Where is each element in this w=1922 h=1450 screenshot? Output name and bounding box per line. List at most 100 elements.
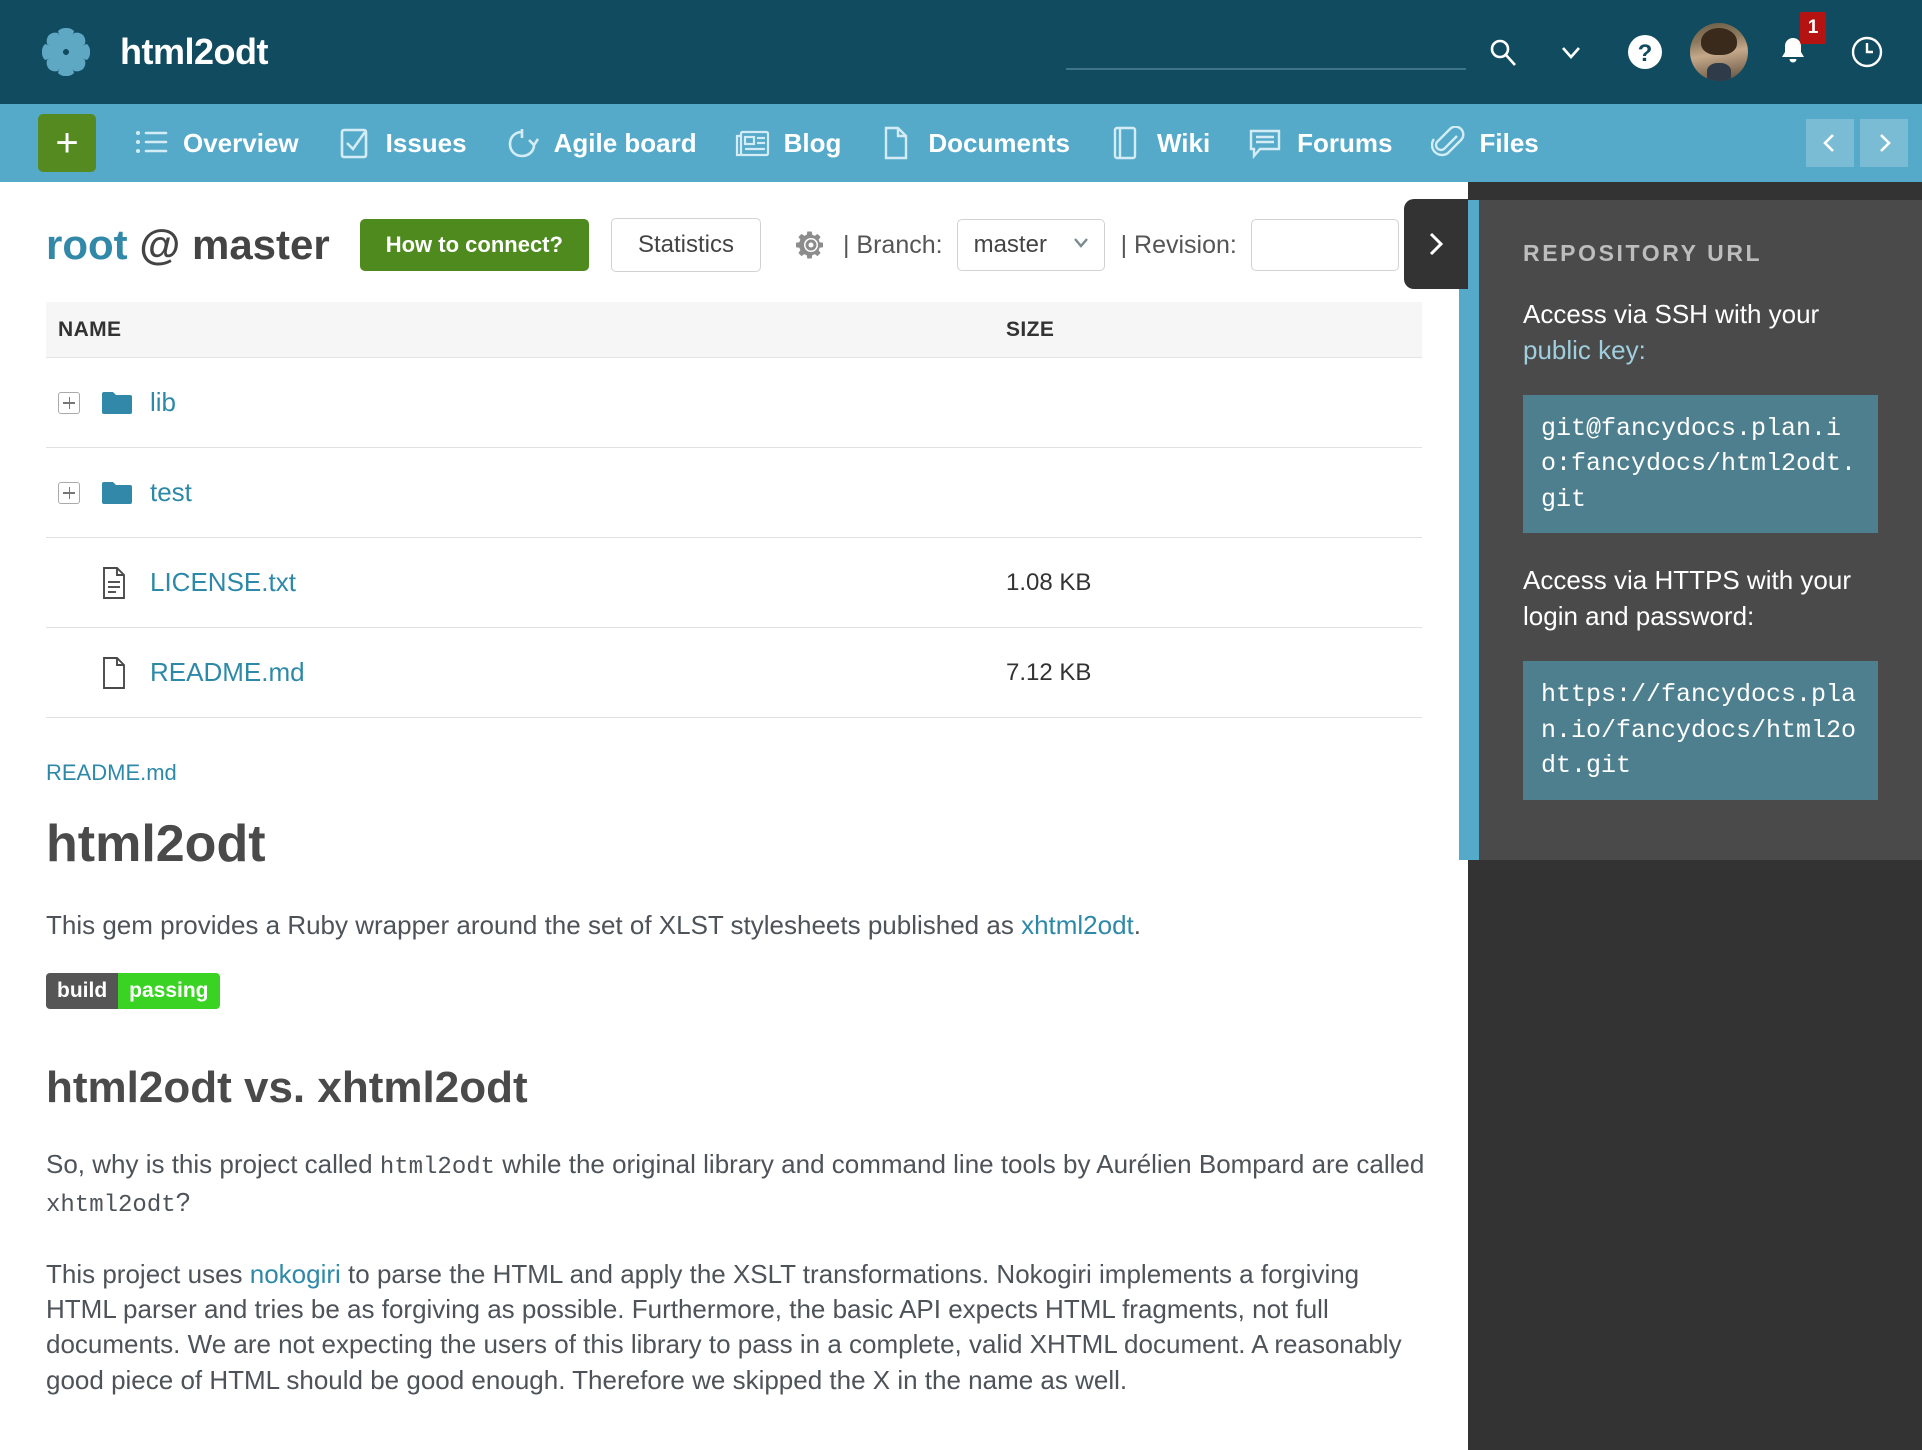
repository-toolbar: root @ master How to connect? Statistics… bbox=[46, 218, 1468, 272]
search-field-wrap bbox=[1066, 30, 1466, 74]
table-row[interactable]: test bbox=[46, 448, 1422, 538]
sidebar-accent-bar bbox=[1459, 200, 1468, 860]
readme-intro-paragraph: This gem provides a Ruby wrapper around … bbox=[46, 908, 1436, 943]
repository-url-panel: REPOSITORY URL Access via SSH with your … bbox=[1468, 200, 1922, 860]
repo-at-symbol: @ bbox=[139, 221, 181, 268]
nav-item-wiki[interactable]: Wiki bbox=[1106, 104, 1210, 182]
nav-item-label: Files bbox=[1479, 127, 1539, 158]
file-link[interactable]: README.md bbox=[150, 657, 305, 688]
expand-toggle[interactable] bbox=[58, 391, 80, 414]
cycle-arrow-icon bbox=[503, 124, 541, 162]
column-header-size: SIZE bbox=[1006, 317, 1055, 341]
readme-title: html2odt bbox=[46, 815, 266, 873]
file-link[interactable]: test bbox=[150, 477, 192, 508]
folder-icon bbox=[100, 386, 134, 420]
notification-badge: 1 bbox=[1800, 12, 1826, 44]
nav-item-forums[interactable]: Forums bbox=[1246, 104, 1393, 182]
sidebar-heading: REPOSITORY URL bbox=[1523, 240, 1763, 266]
page-title: root @ master bbox=[46, 221, 330, 269]
bell-icon[interactable]: 1 bbox=[1756, 0, 1830, 104]
nav-pagination bbox=[1806, 119, 1908, 167]
repo-root-link[interactable]: root bbox=[46, 221, 128, 268]
readme-section: README.md html2odt This gem provides a R… bbox=[46, 760, 1436, 1398]
blank-file-icon bbox=[100, 656, 134, 690]
statistics-button[interactable]: Statistics bbox=[610, 218, 761, 272]
clock-icon[interactable] bbox=[1830, 0, 1904, 104]
readme-source-link[interactable]: README.md bbox=[46, 760, 1436, 786]
main-navigation: + Overview Issues Agile board Blog Docum… bbox=[0, 104, 1922, 182]
nav-item-documents[interactable]: Documents bbox=[877, 104, 1070, 182]
para3-text-a: This project uses bbox=[46, 1258, 250, 1289]
nav-item-label: Issues bbox=[385, 127, 467, 158]
speech-bubble-icon bbox=[1246, 124, 1284, 162]
nav-prev-button[interactable] bbox=[1806, 119, 1854, 167]
repo-branch-name: master bbox=[191, 221, 330, 268]
para2-text-c: ? bbox=[175, 1186, 191, 1217]
asterisk-logo-icon bbox=[38, 24, 94, 80]
inline-code-xhtml2odt: xhtml2odt bbox=[46, 1191, 176, 1219]
paperclip-icon bbox=[1429, 124, 1467, 162]
file-name-cell: test bbox=[46, 476, 1006, 510]
revision-label: | Revision: bbox=[1120, 230, 1237, 259]
branch-label: | Branch: bbox=[842, 230, 943, 259]
ssh-url-code[interactable]: git@fancydocs.plan.io:fancydocs/html2odt… bbox=[1523, 394, 1878, 534]
nav-item-files[interactable]: Files bbox=[1429, 104, 1539, 182]
nav-item-label: Documents bbox=[928, 127, 1070, 158]
nokogiri-link[interactable]: nokogiri bbox=[250, 1259, 341, 1289]
sidebar-toggle-button[interactable] bbox=[1404, 199, 1468, 289]
branch-select-value: master bbox=[973, 231, 1047, 258]
intro-text-before: This gem provides a Ruby wrapper around … bbox=[46, 910, 1022, 940]
file-browser-table: NAME SIZE lib test LICENSE.txt 1.08 KB R… bbox=[46, 302, 1422, 718]
add-button[interactable]: + bbox=[38, 114, 96, 172]
nav-item-label: Wiki bbox=[1156, 127, 1211, 158]
table-row[interactable]: LICENSE.txt 1.08 KB bbox=[46, 538, 1422, 628]
gear-icon[interactable] bbox=[795, 229, 827, 261]
search-input[interactable] bbox=[1066, 30, 1466, 70]
nav-item-label: Forums bbox=[1297, 127, 1393, 158]
brand[interactable]: html2odt bbox=[38, 24, 268, 80]
nav-item-blog[interactable]: Blog bbox=[733, 104, 842, 182]
nav-item-agile-board[interactable]: Agile board bbox=[503, 104, 697, 182]
table-row[interactable]: lib bbox=[46, 358, 1422, 448]
https-url-code[interactable]: https://fancydocs.plan.io/fancydocs/html… bbox=[1523, 661, 1878, 800]
xhtml2odt-link[interactable]: xhtml2odt bbox=[1021, 910, 1134, 940]
nav-item-label: Overview bbox=[183, 127, 299, 158]
file-name-cell: LICENSE.txt bbox=[46, 566, 1006, 600]
nav-next-button[interactable] bbox=[1860, 119, 1908, 167]
badge-key: build bbox=[46, 973, 119, 1010]
ssh-text-main: Access via SSH with your bbox=[1523, 299, 1820, 329]
help-circle-icon[interactable]: ? bbox=[1608, 0, 1682, 104]
nav-item-label: Blog bbox=[783, 127, 842, 158]
readme-paragraph-2: So, why is this project called html2odt … bbox=[46, 1147, 1436, 1222]
column-header-name: NAME bbox=[58, 317, 122, 341]
chevron-down-icon bbox=[1070, 231, 1092, 260]
svg-text:?: ? bbox=[1638, 40, 1653, 67]
avatar[interactable] bbox=[1682, 0, 1756, 104]
nav-item-overview[interactable]: Overview bbox=[132, 104, 299, 182]
status-badge: build passing bbox=[46, 973, 220, 1010]
public-key-link[interactable]: public key: bbox=[1523, 335, 1646, 365]
revision-input[interactable] bbox=[1250, 219, 1399, 271]
file-name-cell: lib bbox=[46, 386, 1006, 420]
chevron-down-icon[interactable] bbox=[1534, 0, 1608, 104]
para2-text-b: while the original library and command l… bbox=[495, 1149, 1425, 1180]
table-row[interactable]: README.md 7.12 KB bbox=[46, 628, 1422, 718]
table-header-row: NAME SIZE bbox=[46, 302, 1422, 358]
list-icon bbox=[132, 124, 170, 162]
file-name-cell: README.md bbox=[46, 656, 1006, 690]
how-to-connect-button[interactable]: How to connect? bbox=[359, 219, 589, 271]
expand-toggle[interactable] bbox=[58, 481, 80, 504]
text-file-icon bbox=[100, 566, 134, 600]
search-icon[interactable] bbox=[1472, 0, 1534, 104]
file-link[interactable]: lib bbox=[150, 387, 176, 418]
https-access-text: Access via HTTPS with your login and pas… bbox=[1523, 565, 1851, 632]
readme-section-title: html2odt vs. xhtml2odt bbox=[46, 1063, 528, 1113]
file-size-cell: 1.08 KB bbox=[1006, 568, 1092, 596]
branch-select[interactable]: master bbox=[956, 219, 1105, 271]
nav-item-issues[interactable]: Issues bbox=[335, 104, 467, 182]
file-link[interactable]: LICENSE.txt bbox=[150, 567, 296, 598]
nav-item-label: Agile board bbox=[553, 127, 697, 158]
ssh-access-text: Access via SSH with your public key: bbox=[1523, 297, 1878, 369]
top-bar: html2odt ? 1 bbox=[0, 0, 1922, 104]
main-content: root @ master How to connect? Statistics… bbox=[0, 182, 1468, 1450]
